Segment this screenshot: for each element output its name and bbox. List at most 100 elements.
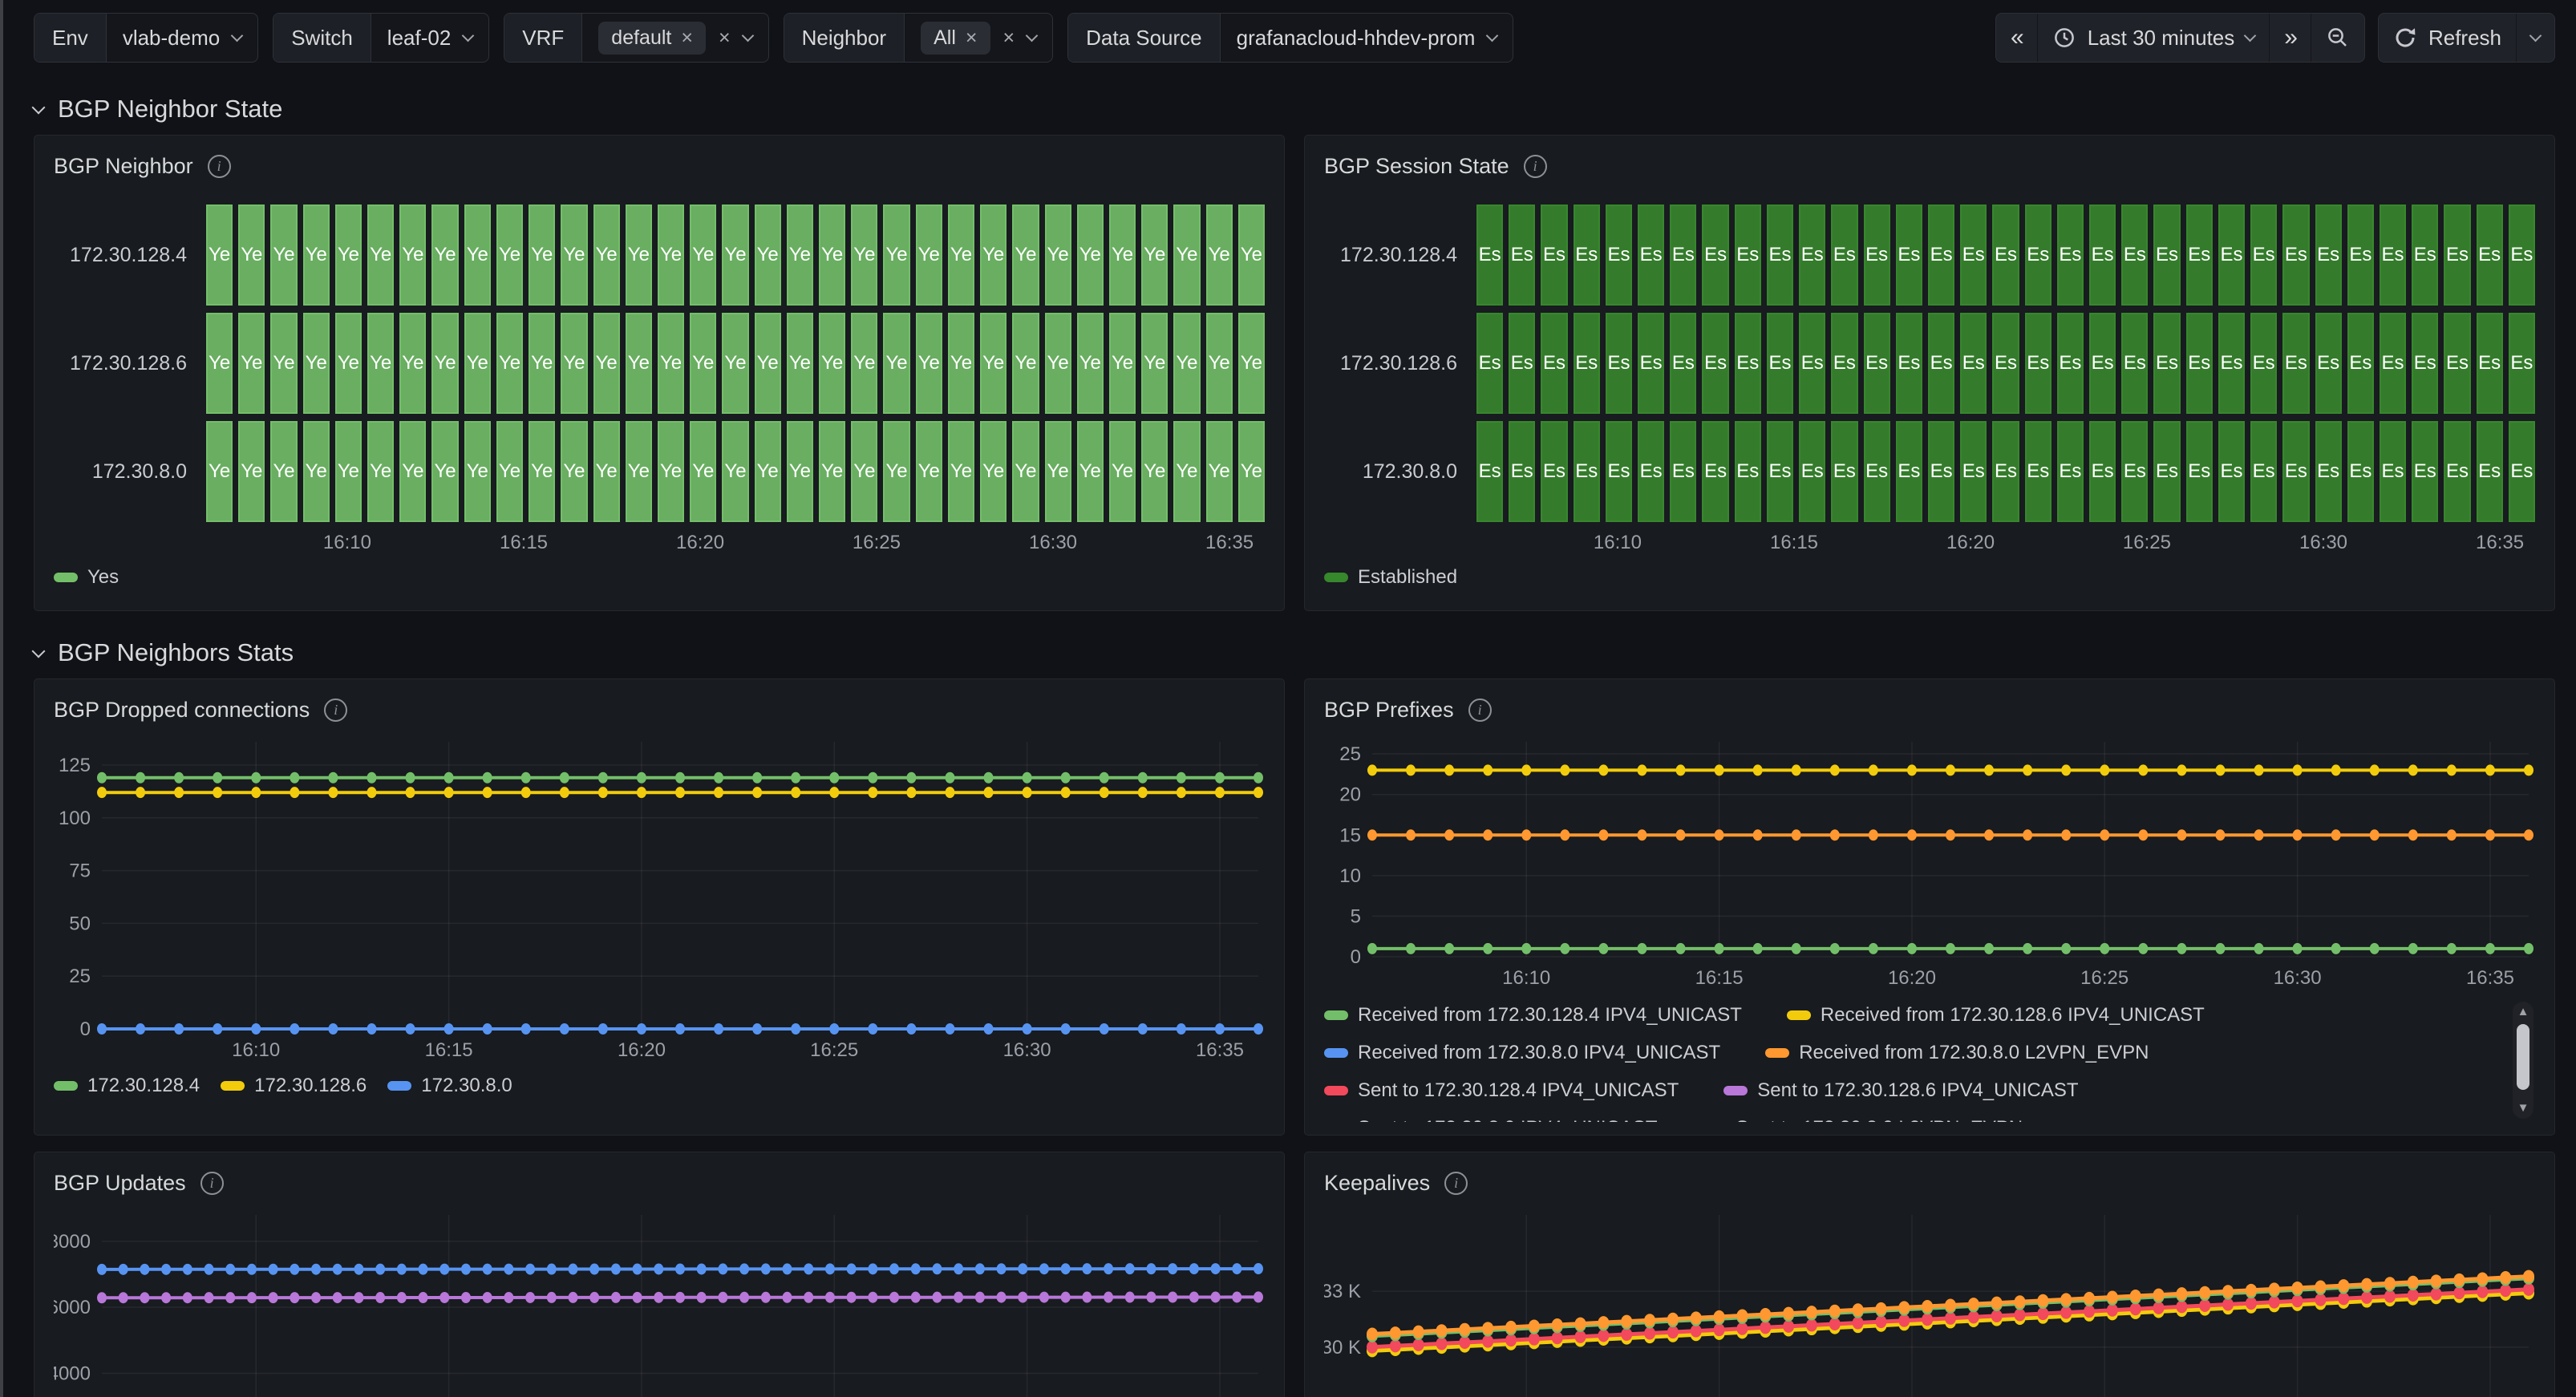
info-icon[interactable]: i [1524, 155, 1547, 178]
state-cell: Ye [851, 421, 877, 522]
legend-label: 172.30.128.4 [87, 1075, 200, 1097]
time-range-picker[interactable]: Last 30 minutes [2037, 14, 2270, 62]
state-cell: Es [1702, 204, 1728, 306]
chip-close-icon[interactable]: × [966, 26, 978, 50]
svg-text:16:15: 16:15 [425, 1039, 473, 1061]
state-cell: Ye [464, 313, 491, 414]
svg-text:5: 5 [1351, 905, 1361, 927]
legend-item[interactable]: Sent to 172.30.8.0 IPV4_UNICAST [1324, 1115, 1658, 1122]
state-cell: Es [1928, 421, 1954, 522]
scrollbar-thumb[interactable] [2517, 1024, 2529, 1090]
refresh-button[interactable]: Refresh [2379, 14, 2516, 62]
info-icon[interactable]: i [200, 1172, 224, 1195]
legend-item[interactable]: Yes [54, 564, 119, 591]
x-axis: 16:1016:1516:2016:2516:3016:35 [54, 522, 1265, 559]
legend-scrollbar[interactable]: ▲ ▼ [2513, 1002, 2533, 1119]
panel-title[interactable]: BGP Session State [1324, 154, 1509, 179]
legend-label: Yes [87, 566, 119, 589]
x-tick-label: 16:25 [853, 532, 901, 554]
state-cell: Es [2121, 421, 2148, 522]
info-icon[interactable]: i [1468, 698, 1492, 722]
switch-select[interactable]: leaf-02 [371, 14, 489, 62]
state-cell: Ye [367, 204, 394, 306]
svg-text:16:25: 16:25 [810, 1039, 858, 1061]
state-cell: Ye [819, 204, 845, 306]
state-cell: Ye [367, 313, 394, 414]
state-cell: Ye [206, 313, 233, 414]
zoom-out-button[interactable] [2311, 14, 2364, 62]
neighbor-select[interactable]: All × × [905, 14, 1052, 62]
panel-header: BGP Updates i [54, 1164, 1265, 1202]
scroll-up-icon[interactable]: ▲ [2517, 1002, 2529, 1022]
legend-item[interactable]: Sent to 172.30.128.4 IPV4_UNICAST [1324, 1077, 1679, 1104]
info-icon[interactable]: i [324, 698, 347, 722]
legend-label: Sent to 172.30.128.4 IPV4_UNICAST [1358, 1079, 1679, 1102]
svg-text:15: 15 [1339, 824, 1361, 846]
vrf-chip[interactable]: default × [598, 22, 706, 55]
x-tick-label: 16:35 [1205, 532, 1254, 554]
section-bgp-neighbors-stats[interactable]: BGP Neighbors Stats [34, 627, 2555, 678]
legend-item[interactable]: 172.30.128.4 [54, 1072, 200, 1099]
state-cell: Es [2380, 421, 2406, 522]
chip-close-icon[interactable]: × [681, 26, 693, 50]
state-cell: Ye [1109, 421, 1136, 522]
state-cell: Es [2250, 313, 2277, 414]
panel-bgp-dropped-connections: BGP Dropped connections i 02550751001251… [34, 678, 1285, 1136]
state-cell: Ye [755, 421, 781, 522]
legend-item[interactable]: Received from 172.30.128.6 IPV4_UNICAST [1787, 1002, 2205, 1029]
chevron-down-icon [741, 29, 754, 42]
state-cell: Ye [722, 313, 748, 414]
timeline-row-label: 172.30.8.0 [54, 421, 206, 522]
clear-all-icon[interactable]: × [1003, 26, 1015, 50]
legend-label: 172.30.8.0 [421, 1075, 512, 1097]
panel-title[interactable]: BGP Updates [54, 1171, 186, 1196]
state-cell: Ye [787, 204, 813, 306]
env-select[interactable]: vlab-demo [107, 14, 257, 62]
info-icon[interactable]: i [1444, 1172, 1468, 1195]
state-cell: Es [2477, 204, 2503, 306]
section-bgp-neighbor-state[interactable]: BGP Neighbor State [34, 83, 2555, 135]
legend-item[interactable]: 172.30.128.6 [221, 1072, 367, 1099]
state-cell: Es [2153, 421, 2180, 522]
panel-title[interactable]: BGP Prefixes [1324, 698, 1454, 723]
state-cell: Ye [1173, 421, 1200, 522]
legend-item[interactable]: 172.30.8.0 [387, 1072, 512, 1099]
legend-item[interactable]: Sent to 172.30.128.6 IPV4_UNICAST [1723, 1077, 2078, 1104]
state-cell: Es [2089, 421, 2116, 522]
state-cell: Es [1735, 421, 1761, 522]
legend-item[interactable]: Received from 172.30.128.4 IPV4_UNICAST [1324, 1002, 1742, 1029]
state-cell: Ye [1012, 204, 1039, 306]
legend-label: Sent to 172.30.8.0 IPV4_UNICAST [1358, 1117, 1658, 1122]
legend-color-pill [1765, 1048, 1789, 1058]
neighbor-label: Neighbor [784, 14, 905, 62]
neighbor-chip[interactable]: All × [921, 22, 990, 55]
state-cell: Ye [1077, 204, 1104, 306]
legend-item[interactable]: Received from 172.30.8.0 IPV4_UNICAST [1324, 1039, 1720, 1067]
state-cell: Es [1992, 421, 2019, 522]
clear-all-icon[interactable]: × [719, 26, 731, 50]
svg-text:125: 125 [59, 755, 91, 776]
panel-title[interactable]: BGP Dropped connections [54, 698, 310, 723]
legend-item[interactable]: Sent to 172.30.8.0 L2VPN_EVPN [1703, 1115, 2023, 1122]
state-cell: Es [2186, 421, 2213, 522]
refresh-interval-button[interactable] [2516, 14, 2554, 62]
panel-legend: Yes [54, 564, 1265, 591]
state-cell: Es [2121, 204, 2148, 306]
time-shift-back-button[interactable]: « [1996, 14, 2037, 62]
vrf-select[interactable]: default × × [582, 14, 768, 62]
panel-title[interactable]: BGP Neighbor [54, 154, 193, 179]
info-icon[interactable]: i [208, 155, 231, 178]
x-tick-label: 16:20 [1946, 532, 1995, 554]
legend-item[interactable]: Established [1324, 564, 1457, 591]
state-cell: Es [2444, 313, 2470, 414]
scroll-down-icon[interactable]: ▼ [2517, 1098, 2529, 1119]
state-cell: Ye [626, 421, 652, 522]
legend-item[interactable]: Received from 172.30.8.0 L2VPN_EVPN [1765, 1039, 2149, 1067]
time-shift-forward-button[interactable]: » [2269, 14, 2311, 62]
datasource-select[interactable]: grafanacloud-hhdev-prom [1221, 14, 1513, 62]
state-cell: Es [2282, 204, 2309, 306]
panel-title[interactable]: Keepalives [1324, 1171, 1430, 1196]
svg-text:100: 100 [59, 808, 91, 829]
state-cell: Ye [1173, 313, 1200, 414]
state-cell: Es [1541, 204, 1567, 306]
